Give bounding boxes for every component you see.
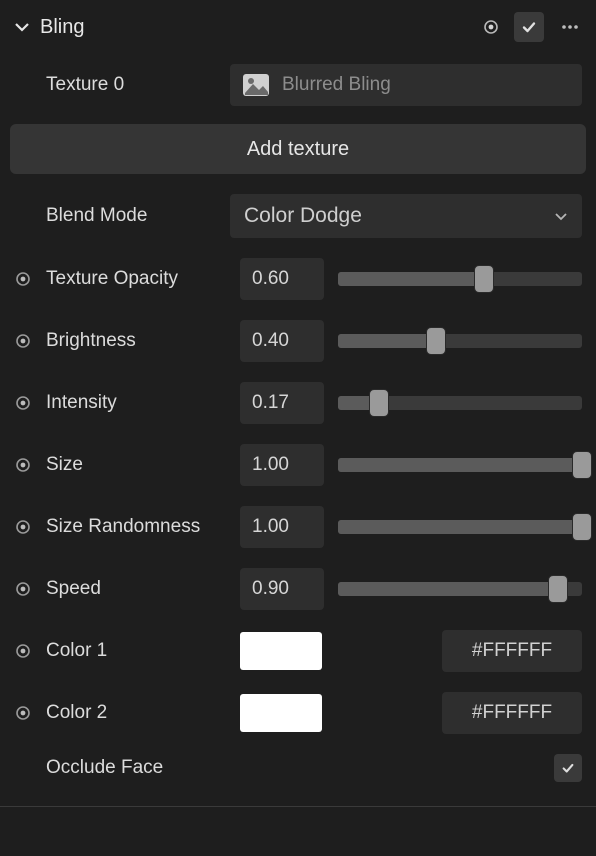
header-actions <box>482 12 582 42</box>
intensity-slider[interactable] <box>338 391 582 415</box>
speed-input[interactable]: 0.90 <box>240 568 324 610</box>
size-randomness-row: Size Randomness 1.00 <box>0 496 596 558</box>
divider <box>0 806 596 807</box>
texture-opacity-slider[interactable] <box>338 267 582 291</box>
size-input[interactable]: 1.00 <box>240 444 324 486</box>
color1-label: Color 1 <box>46 640 226 662</box>
texture-opacity-row: Texture Opacity 0.60 <box>0 248 596 310</box>
keyframe-icon[interactable] <box>14 333 32 349</box>
size-row: Size 1.00 <box>0 434 596 496</box>
texture-opacity-input[interactable]: 0.60 <box>240 258 324 300</box>
speed-row: Speed 0.90 <box>0 558 596 620</box>
speed-slider[interactable] <box>338 577 582 601</box>
color1-hex[interactable]: #FFFFFF <box>442 630 582 672</box>
chevron-down-icon <box>554 209 568 223</box>
color1-row: Color 1 #FFFFFF <box>0 620 596 682</box>
keyframe-icon[interactable] <box>14 643 32 659</box>
color2-row: Color 2 #FFFFFF <box>0 682 596 744</box>
occlude-face-checkbox[interactable] <box>554 754 582 782</box>
add-texture-button[interactable]: Add texture <box>10 124 586 174</box>
keyframe-icon[interactable] <box>14 519 32 535</box>
brightness-slider[interactable] <box>338 329 582 353</box>
size-randomness-input[interactable]: 1.00 <box>240 506 324 548</box>
panel-header: Bling <box>0 0 596 54</box>
brightness-row: Brightness 0.40 <box>0 310 596 372</box>
image-icon <box>242 73 270 97</box>
collapse-toggle-icon[interactable] <box>14 19 30 35</box>
color1-swatch[interactable] <box>240 632 322 670</box>
more-menu-icon[interactable] <box>558 19 582 35</box>
blend-mode-select[interactable]: Color Dodge <box>230 194 582 238</box>
color2-label: Color 2 <box>46 702 226 724</box>
occlude-face-label: Occlude Face <box>46 757 540 779</box>
keyframe-icon[interactable] <box>14 581 32 597</box>
keyframe-icon[interactable] <box>14 395 32 411</box>
enable-toggle[interactable] <box>514 12 544 42</box>
size-slider[interactable] <box>338 453 582 477</box>
keyframe-icon[interactable] <box>482 18 500 36</box>
speed-label: Speed <box>46 578 226 600</box>
texture-label: Texture 0 <box>46 74 216 96</box>
texture-name: Blurred Bling <box>282 74 391 96</box>
color2-hex[interactable]: #FFFFFF <box>442 692 582 734</box>
blend-mode-label: Blend Mode <box>46 205 216 227</box>
size-randomness-slider[interactable] <box>338 515 582 539</box>
texture-opacity-label: Texture Opacity <box>46 268 226 290</box>
brightness-input[interactable]: 0.40 <box>240 320 324 362</box>
panel-title: Bling <box>40 16 472 39</box>
keyframe-icon[interactable] <box>14 457 32 473</box>
keyframe-icon[interactable] <box>14 271 32 287</box>
intensity-label: Intensity <box>46 392 226 414</box>
texture-row: Texture 0 Blurred Bling <box>0 54 596 116</box>
intensity-row: Intensity 0.17 <box>0 372 596 434</box>
color2-swatch[interactable] <box>240 694 322 732</box>
brightness-label: Brightness <box>46 330 226 352</box>
size-randomness-label: Size Randomness <box>46 516 226 538</box>
blend-mode-value: Color Dodge <box>244 204 362 228</box>
add-texture-label: Add texture <box>247 138 349 161</box>
effect-panel: Bling Texture 0 Blurred Bling Add textur… <box>0 0 596 807</box>
keyframe-icon[interactable] <box>14 705 32 721</box>
texture-field[interactable]: Blurred Bling <box>230 64 582 106</box>
size-label: Size <box>46 454 226 476</box>
occlude-face-row: Occlude Face <box>0 744 596 792</box>
intensity-input[interactable]: 0.17 <box>240 382 324 424</box>
blend-mode-row: Blend Mode Color Dodge <box>0 184 596 248</box>
